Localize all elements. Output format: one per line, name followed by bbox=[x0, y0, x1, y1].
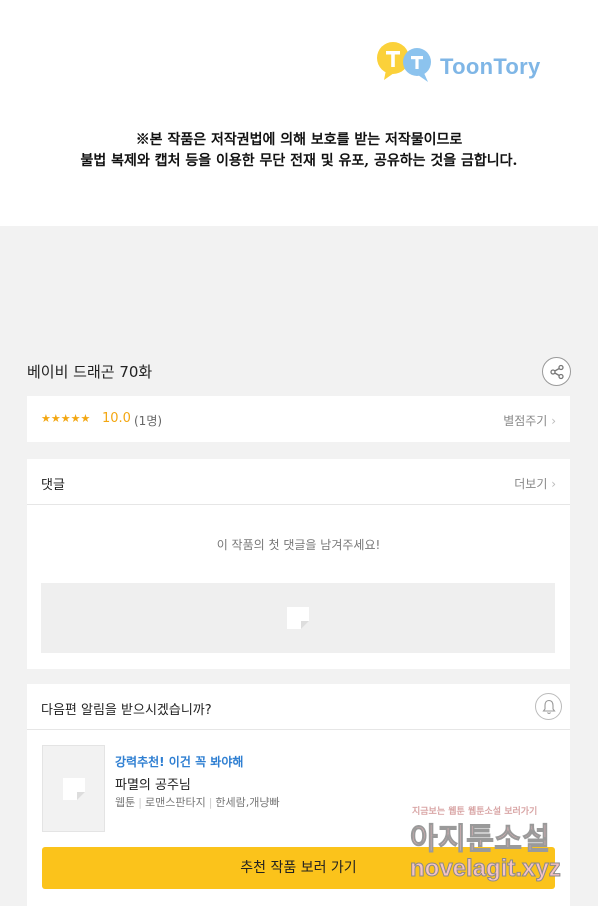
comments-title: 댓글 bbox=[41, 478, 65, 493]
rate-link[interactable]: 별점주기 › bbox=[503, 412, 556, 429]
rating-stars: ★★★★★ bbox=[41, 412, 91, 425]
rating-count: (1명) bbox=[134, 414, 163, 428]
copyright-notice: ※본 작품은 저작권법에 의해 보호를 받는 저작물이므로 불법 복제와 캡처 … bbox=[0, 130, 598, 172]
notify-question: 다음편 알림을 받으시겠습니까? bbox=[41, 703, 212, 718]
comments-header: 댓글 더보기 › bbox=[27, 459, 570, 505]
share-icon bbox=[550, 364, 564, 380]
rating-card: ★★★★★ 10.0 (1명) 별점주기 › bbox=[27, 396, 570, 442]
notify-bell-button[interactable] bbox=[535, 693, 562, 720]
chevron-right-icon: › bbox=[551, 477, 556, 491]
bell-icon bbox=[542, 699, 556, 715]
recommend-label: 강력추천! 이건 꼭 봐야해 bbox=[115, 755, 244, 769]
recommend-authors: 한세람,개냥빠 bbox=[215, 796, 280, 809]
copyright-line: ※본 작품은 저작권법에 의해 보호를 받는 저작물이므로 bbox=[135, 132, 463, 148]
logo-text: ToonTory bbox=[440, 54, 541, 79]
recommend-genre: 로맨스판타지 bbox=[144, 796, 206, 809]
share-button[interactable] bbox=[542, 357, 571, 386]
toontory-logo-icon bbox=[377, 42, 431, 82]
site-watermark: 지금보는 웹툰 웹툰소설 보러가기 아지툰소설 novelagit.xyz bbox=[408, 804, 578, 886]
recommend-title[interactable]: 파멸의 공주님 bbox=[115, 774, 191, 793]
rate-link-label: 별점주기 bbox=[503, 414, 548, 428]
more-link-label: 더보기 bbox=[514, 477, 548, 491]
meta-divider: | bbox=[208, 796, 213, 809]
comment-input-area[interactable] bbox=[41, 583, 555, 653]
image-placeholder-icon bbox=[63, 778, 85, 800]
episode-title-row: 베이비 드래곤 70화 bbox=[0, 352, 598, 390]
recommend-type: 웹툰 bbox=[115, 796, 136, 809]
rating-score: 10.0 bbox=[102, 411, 131, 426]
recommend-thumbnail[interactable] bbox=[42, 745, 105, 832]
recommend-meta: 웹툰 | 로맨스판타지 | 한세람,개냥빠 bbox=[115, 794, 280, 810]
comments-card: 댓글 더보기 › 이 작품의 첫 댓글을 남겨주세요! bbox=[27, 459, 570, 669]
copyright-line: 불법 복제와 캡처 등을 이용한 무단 전재 및 유포, 공유하는 것을 금합니… bbox=[80, 153, 518, 169]
watermark-name: 아지툰소설 bbox=[410, 822, 551, 858]
comments-more-link[interactable]: 더보기 › bbox=[514, 475, 556, 492]
meta-divider: | bbox=[138, 796, 142, 809]
watermark-url: novelagit.xyz bbox=[410, 855, 562, 883]
toontory-logo: ToonTory bbox=[376, 40, 556, 84]
notify-header: 다음편 알림을 받으시겠습니까? bbox=[27, 684, 570, 730]
chevron-right-icon: › bbox=[551, 414, 556, 428]
image-placeholder-icon bbox=[287, 607, 309, 629]
episode-title: 베이비 드래곤 70화 bbox=[27, 363, 153, 381]
empty-comments-message: 이 작품의 첫 댓글을 남겨주세요! bbox=[216, 538, 381, 552]
copyright-banner: ToonTory ※본 작품은 저작권법에 의해 보호를 받는 저작물이므로 불… bbox=[0, 0, 598, 226]
